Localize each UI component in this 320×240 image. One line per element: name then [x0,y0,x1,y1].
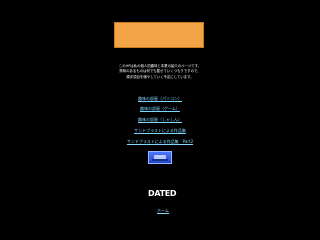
link-hobby-photo[interactable]: 趣味の部屋（しゃしん） [98,117,222,123]
link-hobby-game[interactable]: 趣味の部屋（ゲーム） [98,106,222,112]
home-link[interactable]: ホーム [157,208,183,214]
link-sandblast-gallery[interactable]: サンドブラストによる作品集 [98,128,222,134]
link-hobby-pc[interactable]: 趣味の部屋（パソコン） [98,96,222,102]
intro-line: 順次項目を増やしていく予定にしています。 [126,74,194,79]
dated-badge: DATED [148,189,177,198]
intro-text: このHPは私の個人的趣味と本業の紹介のページです。 興味のあるものは何でも載せて… [92,64,228,80]
sandblast-thumbnail-image[interactable] [148,151,172,164]
site-banner [114,22,204,48]
link-sandblast-gallery-part2[interactable]: サンドブラストによる作品集 Part2 [98,139,222,145]
